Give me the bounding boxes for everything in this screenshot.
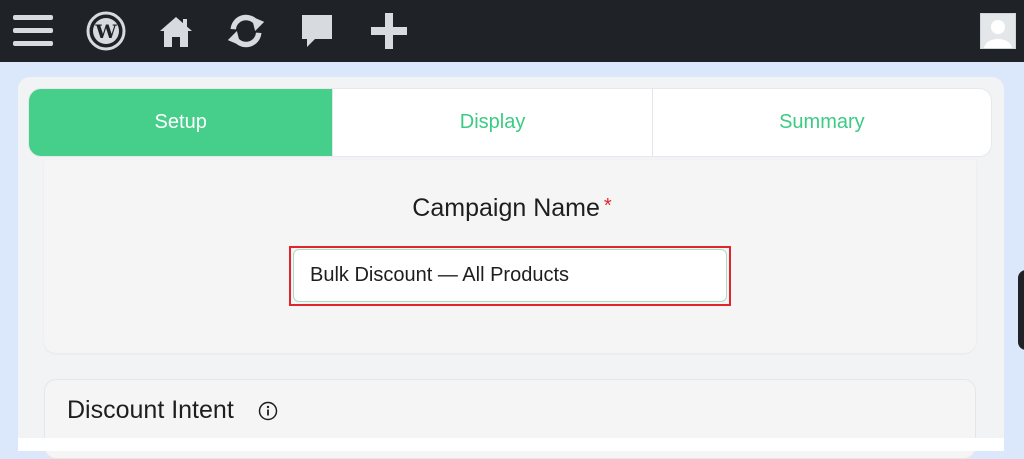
campaign-name-label-text: Campaign Name — [412, 194, 600, 222]
refresh-icon[interactable] — [226, 11, 266, 51]
discount-intent-title: Discount Intent — [67, 396, 234, 424]
user-avatar[interactable] — [980, 13, 1016, 49]
content-area-bottom — [18, 438, 1004, 451]
tab-display[interactable]: Display — [333, 89, 653, 156]
wordpress-icon[interactable]: W — [86, 11, 126, 51]
menu-icon[interactable] — [13, 11, 53, 51]
info-icon[interactable] — [258, 401, 278, 421]
avatar-silhouette-icon — [981, 14, 1015, 48]
campaign-name-label: Campaign Name * — [0, 194, 1024, 223]
required-marker: * — [603, 195, 612, 217]
side-handle[interactable] — [1018, 270, 1024, 350]
campaign-name-input[interactable] — [293, 249, 727, 302]
svg-text:W: W — [94, 21, 117, 43]
comment-icon[interactable] — [297, 11, 337, 51]
tab-summary[interactable]: Summary — [652, 89, 991, 156]
plus-icon[interactable] — [369, 11, 409, 51]
home-icon[interactable] — [156, 11, 196, 51]
admin-toolbar: W — [0, 0, 1024, 62]
step-tabs: Setup Display Summary — [29, 89, 991, 156]
tab-setup[interactable]: Setup — [29, 89, 334, 156]
